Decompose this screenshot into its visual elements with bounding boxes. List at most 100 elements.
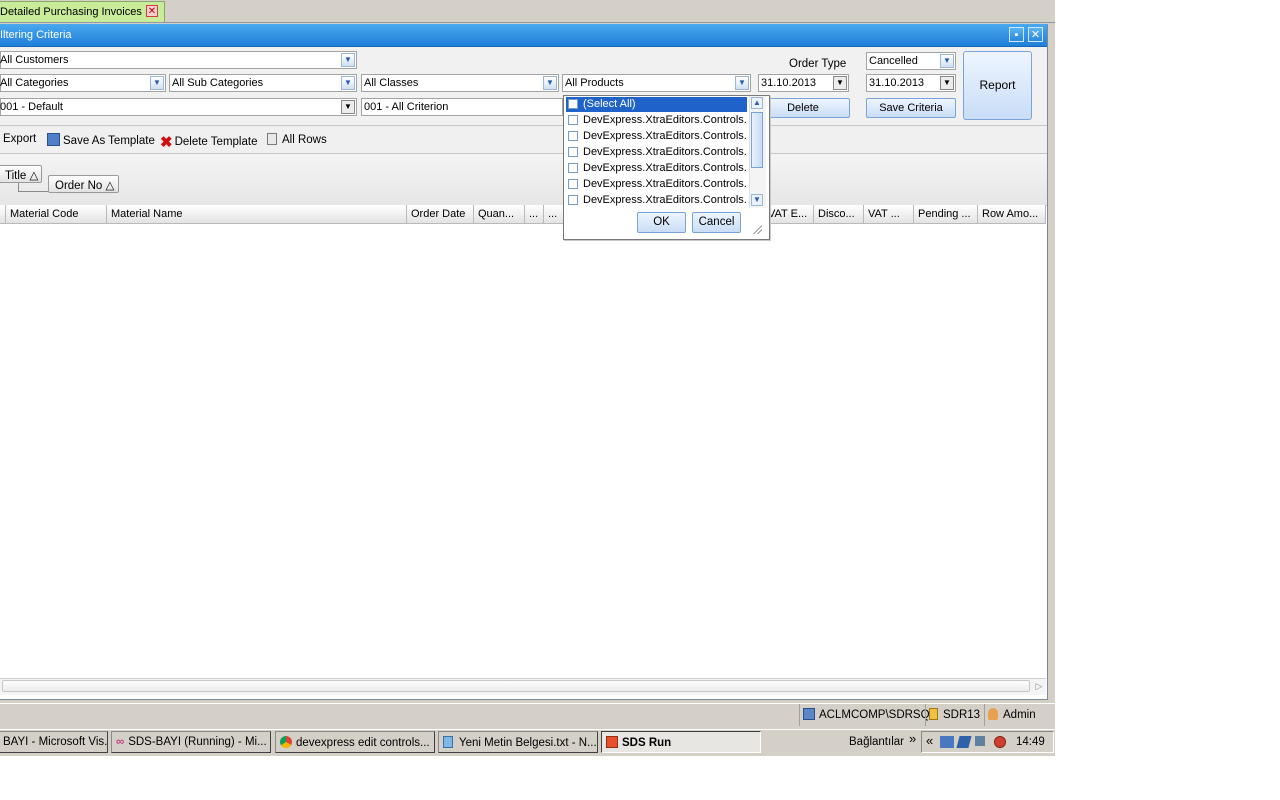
checkbox[interactable] — [568, 147, 578, 157]
panel-close-icon[interactable]: ✕ — [1028, 27, 1043, 42]
chevron-down-icon[interactable]: ▼ — [341, 76, 355, 90]
list-item[interactable]: DevExpress.XtraEditors.Controls. — [566, 129, 747, 144]
delete-template-button[interactable]: ✖ Delete Template — [160, 133, 258, 151]
chevron-up-icon[interactable]: ▲ — [751, 97, 763, 109]
customers-combo[interactable]: All Customers ▼ — [0, 51, 357, 69]
order-type-combo[interactable]: Cancelled ▼ — [866, 52, 956, 70]
column-header-discount[interactable]: Disco... — [814, 205, 864, 224]
task-label: SDS-BAYI (Running) - Mi... — [128, 736, 267, 748]
date-from-picker[interactable]: 31.10.2013 ▼ — [758, 74, 849, 92]
server-icon — [803, 708, 815, 720]
tab-close-icon[interactable]: ✕ — [146, 5, 158, 17]
notepad-icon — [443, 736, 453, 748]
database-status: SDR13 — [929, 708, 980, 724]
visual-studio-icon: ∞ — [116, 736, 125, 748]
column-header-order-date[interactable]: Order Date — [407, 205, 474, 224]
checkbox[interactable] — [568, 131, 578, 141]
chevron-down-icon[interactable]: ▼ — [833, 76, 847, 90]
all-rows-button[interactable]: All Rows — [267, 133, 327, 149]
group-chip-order-no[interactable]: Order No △ — [48, 175, 119, 193]
all-rows-label: All Rows — [282, 134, 327, 146]
document-tab[interactable]: Detailed Purchasing Invoices ✕ — [0, 1, 165, 22]
user-icon — [988, 708, 998, 720]
column-header-truncated-1[interactable]: ... — [525, 205, 544, 224]
customers-combo-value: All Customers — [0, 54, 69, 66]
criterion-combo[interactable]: 001 - All Criterion — [361, 98, 563, 116]
tray-expand-icon[interactable]: « — [926, 733, 933, 748]
status-divider — [925, 704, 926, 726]
checkbox[interactable] — [568, 115, 578, 125]
taskbar-item-sds-bayi[interactable]: ∞ SDS-BAYI (Running) - Mi... — [111, 731, 271, 753]
list-item-label: DevExpress.XtraEditors.Controls. — [583, 162, 747, 174]
products-combo-value: All Products — [565, 77, 624, 89]
links-toolbar[interactable]: Bağlantılar — [849, 736, 904, 748]
order-type-label: Order Type — [789, 58, 847, 70]
list-item[interactable]: DevExpress.XtraEditors.Controls. — [566, 113, 747, 128]
date-from-value: 31.10.2013 — [761, 77, 817, 89]
security-icon[interactable] — [994, 736, 1006, 748]
categories-combo[interactable]: All Categories ▼ — [0, 74, 166, 92]
list-item-label: DevExpress.XtraEditors.Controls. — [583, 178, 747, 190]
sub-categories-combo-value: All Sub Categories — [172, 77, 264, 89]
chevron-down-icon[interactable]: ▼ — [940, 54, 954, 68]
column-header-vat-e[interactable]: VAT E... — [764, 205, 814, 224]
group-chip-title[interactable]: Title △ — [0, 165, 42, 183]
delete-template-label: Delete Template — [174, 136, 258, 148]
server-status: ACLMCOMP\SDRSQL — [803, 708, 936, 724]
save-template-button[interactable]: Save As Template — [47, 133, 155, 149]
checkbox[interactable] — [568, 99, 578, 109]
pin-icon[interactable]: ▪ — [1009, 27, 1024, 42]
taskbar-item-notepad[interactable]: Yeni Metin Belgesi.txt - N... — [438, 731, 598, 753]
chevron-down-icon[interactable]: ▼ — [150, 76, 164, 90]
chevron-down-icon[interactable]: ▼ — [341, 100, 355, 114]
save-criteria-button[interactable]: Save Criteria — [866, 98, 956, 118]
user-status: Admin — [988, 708, 1036, 724]
column-header-pending[interactable]: Pending ... — [914, 205, 978, 224]
resize-grip-icon[interactable] — [752, 224, 762, 234]
delete-criteria-button[interactable]: Delete — [756, 98, 850, 118]
chevron-down-icon[interactable]: ▼ — [940, 76, 954, 90]
column-header-vat[interactable]: VAT ... — [864, 205, 914, 224]
panel-title: Iltering Criteria — [0, 29, 72, 41]
column-header-row-amount[interactable]: Row Amo... — [978, 205, 1046, 224]
list-item-label: (Select All) — [583, 98, 636, 110]
taskbar-item-sds-run[interactable]: SDS Run — [601, 731, 761, 753]
column-header-material-code[interactable]: Material Code — [6, 205, 107, 224]
checkbox[interactable] — [568, 179, 578, 189]
classes-combo[interactable]: All Classes ▼ — [361, 74, 559, 92]
report-button[interactable]: Report — [963, 51, 1032, 120]
status-divider — [984, 704, 985, 726]
template-combo[interactable]: 001 - Default ▼ — [0, 98, 357, 116]
network-icon[interactable] — [940, 736, 954, 748]
chevron-right-icon[interactable]: ▷ — [1033, 680, 1045, 692]
checkbox[interactable] — [568, 195, 578, 205]
checkbox[interactable] — [568, 163, 578, 173]
chevron-down-icon[interactable]: ▼ — [735, 76, 749, 90]
taskbar-item-chrome[interactable]: devexpress edit controls... — [275, 731, 435, 753]
speaker-icon[interactable] — [975, 736, 985, 746]
user-name: Admin — [1003, 709, 1036, 721]
date-to-picker[interactable]: 31.10.2013 ▼ — [866, 74, 956, 92]
list-item-select-all[interactable]: (Select All) — [566, 97, 747, 112]
list-item[interactable]: DevExpress.XtraEditors.Controls. — [566, 177, 747, 192]
app-icon — [606, 736, 618, 748]
links-expand-icon[interactable]: » — [909, 731, 916, 746]
taskbar-item-visual-studio[interactable]: BAYI - Microsoft Vis... — [0, 731, 108, 753]
scrollbar-thumb[interactable] — [2, 680, 1030, 692]
export-button[interactable]: Export — [3, 133, 36, 149]
products-combo[interactable]: All Products ▼ — [562, 74, 751, 92]
column-header-material-name[interactable]: Material Name — [107, 205, 407, 224]
chevron-down-icon[interactable]: ▼ — [341, 53, 355, 67]
sub-categories-combo[interactable]: All Sub Categories ▼ — [169, 74, 357, 92]
chevron-down-icon[interactable]: ▼ — [543, 76, 557, 90]
list-item[interactable]: DevExpress.XtraEditors.Controls. — [566, 193, 747, 208]
cancel-button[interactable]: Cancel — [692, 212, 741, 233]
list-item[interactable]: DevExpress.XtraEditors.Controls. — [566, 161, 747, 176]
chevron-down-icon[interactable]: ▼ — [751, 194, 763, 206]
list-item[interactable]: DevExpress.XtraEditors.Controls. — [566, 145, 747, 160]
group-connector — [18, 183, 48, 192]
ok-button[interactable]: OK — [637, 212, 686, 233]
scrollbar-thumb[interactable] — [751, 112, 763, 168]
group-by-panel — [0, 154, 1047, 206]
column-header-quantity[interactable]: Quan... — [474, 205, 525, 224]
